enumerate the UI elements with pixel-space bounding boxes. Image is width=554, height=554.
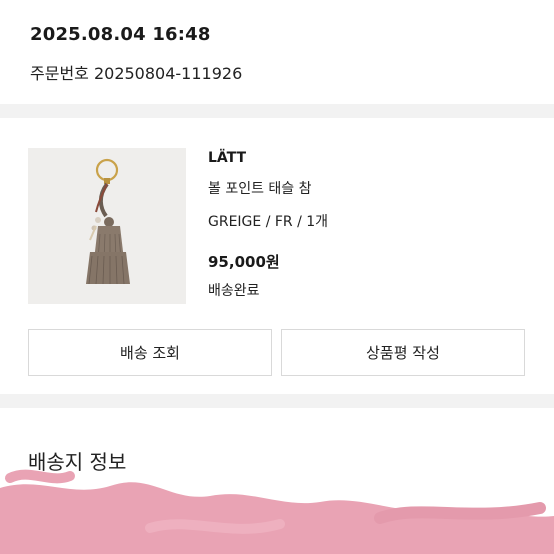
- write-review-button[interactable]: 상품평 작성: [281, 329, 525, 376]
- shipping-info-section: 배송지 정보: [0, 408, 554, 554]
- track-delivery-button[interactable]: 배송 조회: [28, 329, 272, 376]
- redaction-scribble: [0, 469, 554, 554]
- product-brand[interactable]: LÄTT: [208, 150, 246, 166]
- order-datetime: 2025.08.04 16:48: [30, 24, 211, 45]
- delivery-status: 배송완료: [208, 283, 260, 299]
- product-name[interactable]: 볼 포인트 태슬 참: [208, 178, 312, 198]
- product-price: 95,000원: [208, 253, 280, 271]
- product-option: GREIGE / FR / 1개: [208, 214, 329, 230]
- product-thumbnail[interactable]: [28, 148, 186, 304]
- order-number: 주문번호 20250804-111926: [30, 64, 243, 83]
- order-header-section: 2025.08.04 16:48 주문번호 20250804-111926: [0, 0, 554, 104]
- order-item-card: LÄTT 볼 포인트 태슬 참 GREIGE / FR / 1개 95,000원…: [0, 118, 554, 394]
- tassel-charm-image: [86, 158, 130, 285]
